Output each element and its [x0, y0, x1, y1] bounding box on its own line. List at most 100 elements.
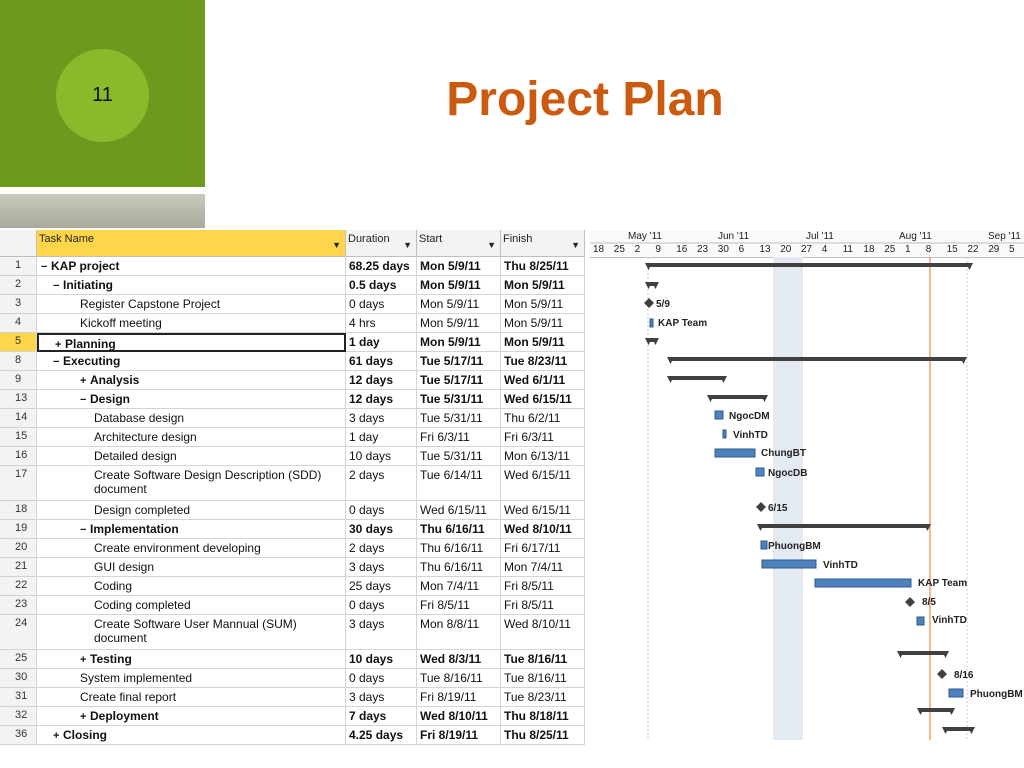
start-column-header[interactable]: Start ▼: [417, 230, 501, 257]
start-cell[interactable]: Mon 5/9/11: [417, 314, 501, 333]
task-name[interactable]: − Design: [37, 390, 346, 409]
duration-cell[interactable]: 4 hrs: [346, 314, 417, 333]
expand-icon[interactable]: +: [80, 654, 90, 666]
duration-cell[interactable]: 3 days: [346, 615, 417, 650]
start-cell[interactable]: Tue 5/31/11: [417, 447, 501, 466]
table-row[interactable]: 1− KAP project 68.25 days Mon 5/9/11 Thu 8/2…: [0, 257, 585, 276]
table-row[interactable]: 16 Detailed design 10 days Tue 5/31/11 Mon 6…: [0, 447, 585, 466]
table-row[interactable]: 17 Create Software Design Description (SD…: [0, 466, 585, 501]
duration-cell[interactable]: 68.25 days: [346, 257, 417, 276]
finish-cell[interactable]: Thu 8/25/11: [501, 726, 585, 745]
finish-cell[interactable]: Tue 8/23/11: [501, 688, 585, 707]
start-cell[interactable]: Thu 6/16/11: [417, 558, 501, 577]
start-cell[interactable]: Fri 8/19/11: [417, 726, 501, 745]
duration-cell[interactable]: 3 days: [346, 409, 417, 428]
table-row[interactable]: 22 Coding 25 days Mon 7/4/11 Fri 8/5/11: [0, 577, 585, 596]
duration-cell[interactable]: 12 days: [346, 371, 417, 390]
start-cell[interactable]: Wed 6/15/11: [417, 501, 501, 520]
table-row[interactable]: 14 Database design 3 days Tue 5/31/11 Thu 6/…: [0, 409, 585, 428]
collapse-icon[interactable]: −: [53, 356, 63, 368]
finish-cell[interactable]: Mon 5/9/11: [501, 314, 585, 333]
start-cell[interactable]: Fri 8/19/11: [417, 688, 501, 707]
table-row[interactable]: 20 Create environment developing 2 days Thu…: [0, 539, 585, 558]
duration-cell[interactable]: 1 day: [346, 428, 417, 447]
dropdown-arrow-icon[interactable]: ▼: [332, 240, 341, 250]
duration-column-header[interactable]: Duration ▼: [346, 230, 417, 257]
finish-cell[interactable]: Wed 8/10/11: [501, 520, 585, 539]
finish-cell[interactable]: Fri 8/5/11: [501, 596, 585, 615]
collapse-icon[interactable]: −: [80, 394, 90, 406]
duration-cell[interactable]: 12 days: [346, 390, 417, 409]
task-name[interactable]: Design completed: [37, 501, 346, 520]
duration-cell[interactable]: 25 days: [346, 577, 417, 596]
task-name[interactable]: Database design: [37, 409, 346, 428]
table-row[interactable]: 4 Kickoff meeting 4 hrs Mon 5/9/11 Mon 5/9/1…: [0, 314, 585, 333]
dropdown-arrow-icon[interactable]: ▼: [487, 240, 496, 250]
task-name[interactable]: Kickoff meeting: [37, 314, 346, 333]
task-name[interactable]: Detailed design: [37, 447, 346, 466]
task-name[interactable]: Register Capstone Project: [37, 295, 346, 314]
table-row[interactable]: 3 Register Capstone Project 0 days Mon 5/9/…: [0, 295, 585, 314]
duration-cell[interactable]: 0 days: [346, 669, 417, 688]
start-cell[interactable]: Thu 6/16/11: [417, 520, 501, 539]
start-cell[interactable]: Thu 6/16/11: [417, 539, 501, 558]
finish-cell[interactable]: Wed 6/15/11: [501, 466, 585, 501]
finish-cell[interactable]: Tue 8/16/11: [501, 669, 585, 688]
task-name[interactable]: Create environment developing: [37, 539, 346, 558]
start-cell[interactable]: Mon 5/9/11: [417, 333, 501, 352]
start-cell[interactable]: Mon 5/9/11: [417, 295, 501, 314]
task-name[interactable]: System implemented: [37, 669, 346, 688]
task-name[interactable]: Architecture design: [37, 428, 346, 447]
start-cell[interactable]: Mon 5/9/11: [417, 276, 501, 295]
task-name[interactable]: − KAP project: [37, 257, 346, 276]
finish-cell[interactable]: Fri 6/3/11: [501, 428, 585, 447]
task-name[interactable]: − Implementation: [37, 520, 346, 539]
table-row[interactable]: 19− Implementation 30 days Thu 6/16/11 Wed 8…: [0, 520, 585, 539]
expand-icon[interactable]: +: [53, 730, 63, 742]
task-name[interactable]: Create Software Design Description (SDD)…: [37, 466, 346, 501]
start-cell[interactable]: Mon 5/9/11: [417, 257, 501, 276]
table-row[interactable]: 36 + Closing 4.25 days Fri 8/19/11 Thu 8/25/1…: [0, 726, 585, 745]
collapse-icon[interactable]: −: [41, 261, 51, 273]
duration-cell[interactable]: 10 days: [346, 650, 417, 669]
finish-cell[interactable]: Wed 6/15/11: [501, 501, 585, 520]
duration-cell[interactable]: 2 days: [346, 539, 417, 558]
dropdown-arrow-icon[interactable]: ▼: [571, 240, 580, 250]
start-cell[interactable]: Fri 6/3/11: [417, 428, 501, 447]
finish-cell[interactable]: Thu 8/18/11: [501, 707, 585, 726]
task-name[interactable]: + Planning: [37, 333, 346, 352]
table-row[interactable]: 31 Create final report 3 days Fri 8/19/11 Tu…: [0, 688, 585, 707]
finish-cell[interactable]: Tue 8/23/11: [501, 352, 585, 371]
duration-cell[interactable]: 61 days: [346, 352, 417, 371]
task-name[interactable]: − Executing: [37, 352, 346, 371]
table-row[interactable]: 5 + Planning 1 day Mon 5/9/11 Mon 5/9/11: [0, 333, 585, 352]
dropdown-arrow-icon[interactable]: ▼: [403, 240, 412, 250]
table-row[interactable]: 13− Design 12 days Tue 5/31/11 Wed 6/15/11: [0, 390, 585, 409]
start-cell[interactable]: Tue 5/17/11: [417, 352, 501, 371]
duration-cell[interactable]: 0.5 days: [346, 276, 417, 295]
finish-cell[interactable]: Thu 8/25/11: [501, 257, 585, 276]
finish-column-header[interactable]: Finish ▼: [501, 230, 585, 257]
task-name[interactable]: + Closing: [37, 726, 346, 745]
task-name[interactable]: Create final report: [37, 688, 346, 707]
task-name[interactable]: + Testing: [37, 650, 346, 669]
finish-cell[interactable]: Mon 7/4/11: [501, 558, 585, 577]
finish-cell[interactable]: Wed 8/10/11: [501, 615, 585, 650]
task-name[interactable]: + Analysis: [37, 371, 346, 390]
duration-cell[interactable]: 0 days: [346, 295, 417, 314]
duration-cell[interactable]: 0 days: [346, 501, 417, 520]
table-row[interactable]: 9 + Analysis 12 days Tue 5/17/11 Wed 6/1/11: [0, 371, 585, 390]
start-cell[interactable]: Tue 6/14/11: [417, 466, 501, 501]
duration-cell[interactable]: 3 days: [346, 688, 417, 707]
start-cell[interactable]: Tue 5/31/11: [417, 390, 501, 409]
table-row[interactable]: 18 Design completed 0 days Wed 6/15/11 Wed 6…: [0, 501, 585, 520]
task-name[interactable]: Coding completed: [37, 596, 346, 615]
expand-icon[interactable]: +: [80, 711, 90, 723]
task-name-column-header[interactable]: Task Name ▼: [37, 230, 346, 257]
table-row[interactable]: 23 Coding completed 0 days Fri 8/5/11 Fri 8/…: [0, 596, 585, 615]
duration-cell[interactable]: 1 day: [346, 333, 417, 352]
start-cell[interactable]: Fri 8/5/11: [417, 596, 501, 615]
finish-cell[interactable]: Tue 8/16/11: [501, 650, 585, 669]
finish-cell[interactable]: Thu 6/2/11: [501, 409, 585, 428]
table-row[interactable]: 15 Architecture design 1 day Fri 6/3/11 Fri …: [0, 428, 585, 447]
